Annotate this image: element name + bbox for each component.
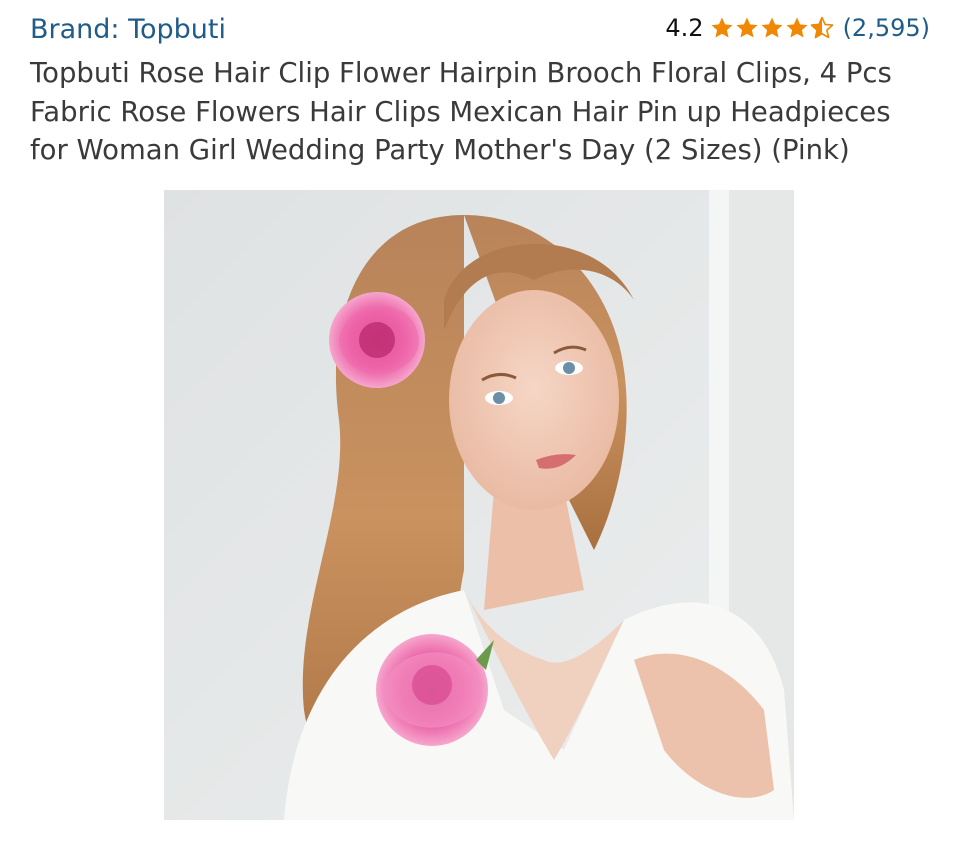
rating-count-link[interactable]: (2,595) xyxy=(843,14,930,42)
product-header: Brand: Topbuti 4.2 (2,595) xyxy=(30,10,930,50)
star-rating[interactable] xyxy=(710,16,835,40)
star-icon xyxy=(761,17,783,38)
star-icon xyxy=(736,17,758,38)
partial-star-icon xyxy=(810,16,833,39)
star-icon xyxy=(786,17,808,38)
rating-summary: 4.2 (2,595) xyxy=(665,14,930,42)
star-icon xyxy=(711,17,733,38)
product-image[interactable] xyxy=(164,190,794,820)
brand-link[interactable]: Brand: Topbuti xyxy=(30,14,226,45)
product-title: Topbuti Rose Hair Clip Flower Hairpin Br… xyxy=(30,57,892,166)
rating-value: 4.2 xyxy=(665,14,704,42)
rose-in-hair xyxy=(329,292,425,388)
